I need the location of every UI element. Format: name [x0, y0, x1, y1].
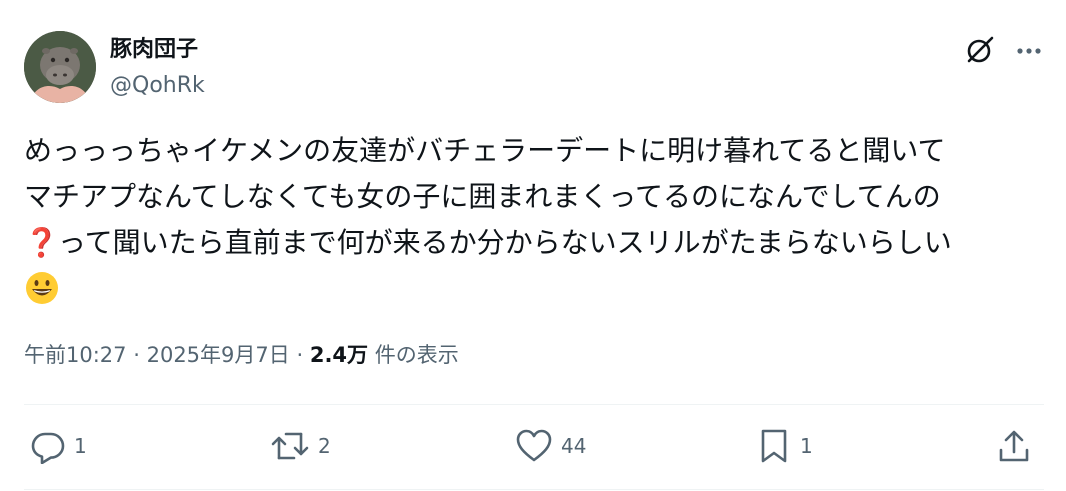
- tweet-meta: 午前10:27 · 2025年9月7日 · 2.4万 件の表示: [24, 340, 459, 370]
- views-label[interactable]: 件の表示: [375, 343, 459, 367]
- tweet-card: 豚肉団子 @QohRk めっっっちゃイケメンの友達がバチェラーデートに明け暮れて…: [0, 0, 1066, 491]
- retweet-button[interactable]: 2: [270, 427, 331, 465]
- grok-icon[interactable]: [962, 34, 996, 68]
- share-button[interactable]: [996, 427, 1032, 465]
- tweet-text-line: ❓って聞いたら直前まで何が来るか分からないスリルがたまらないらしい: [24, 220, 1054, 266]
- more-icon[interactable]: [1012, 34, 1046, 68]
- tweet-text-line: めっっっちゃイケメンの友達がバチェラーデートに明け暮れてると聞いて: [24, 134, 946, 167]
- hippo-photo-icon: [24, 31, 96, 103]
- tweet-text-line: [24, 266, 1054, 312]
- grinning-face-emoji: [26, 272, 58, 304]
- question-mark-emoji: ❓: [24, 226, 59, 259]
- meta-separator: ·: [296, 343, 304, 367]
- user-handle[interactable]: @QohRk: [110, 72, 205, 100]
- like-count: 44: [561, 434, 587, 458]
- reply-button[interactable]: 1: [30, 427, 87, 465]
- views-count[interactable]: 2.4万: [310, 343, 368, 367]
- tweet-text-segment: って聞いたら直前まで何が来るか分からないスリルがたまらないらしい: [58, 226, 952, 259]
- retweet-count: 2: [318, 434, 331, 458]
- heart-icon: [516, 429, 552, 462]
- divider: [24, 404, 1044, 405]
- share-icon: [999, 430, 1029, 462]
- display-name[interactable]: 豚肉団子: [110, 36, 198, 64]
- divider: [24, 489, 1044, 490]
- tweet-text-line: マチアプなんてしなくても女の子に囲まれまくってるのになんでしてんの: [24, 180, 941, 213]
- like-button[interactable]: 44: [515, 427, 586, 465]
- reply-icon: [31, 432, 65, 464]
- tweet-text: めっっっちゃイケメンの友達がバチェラーデートに明け暮れてると聞いて マチアプなん…: [24, 128, 1054, 312]
- avatar[interactable]: [24, 31, 96, 103]
- retweet-icon: [271, 432, 309, 460]
- bookmark-icon: [761, 429, 787, 463]
- meta-separator: ·: [133, 343, 140, 367]
- tweet-time[interactable]: 午前10:27: [24, 343, 127, 367]
- bookmark-count: 1: [800, 434, 813, 458]
- tweet-date[interactable]: 2025年9月7日: [147, 343, 290, 367]
- reply-count: 1: [74, 434, 87, 458]
- bookmark-button[interactable]: 1: [756, 427, 813, 465]
